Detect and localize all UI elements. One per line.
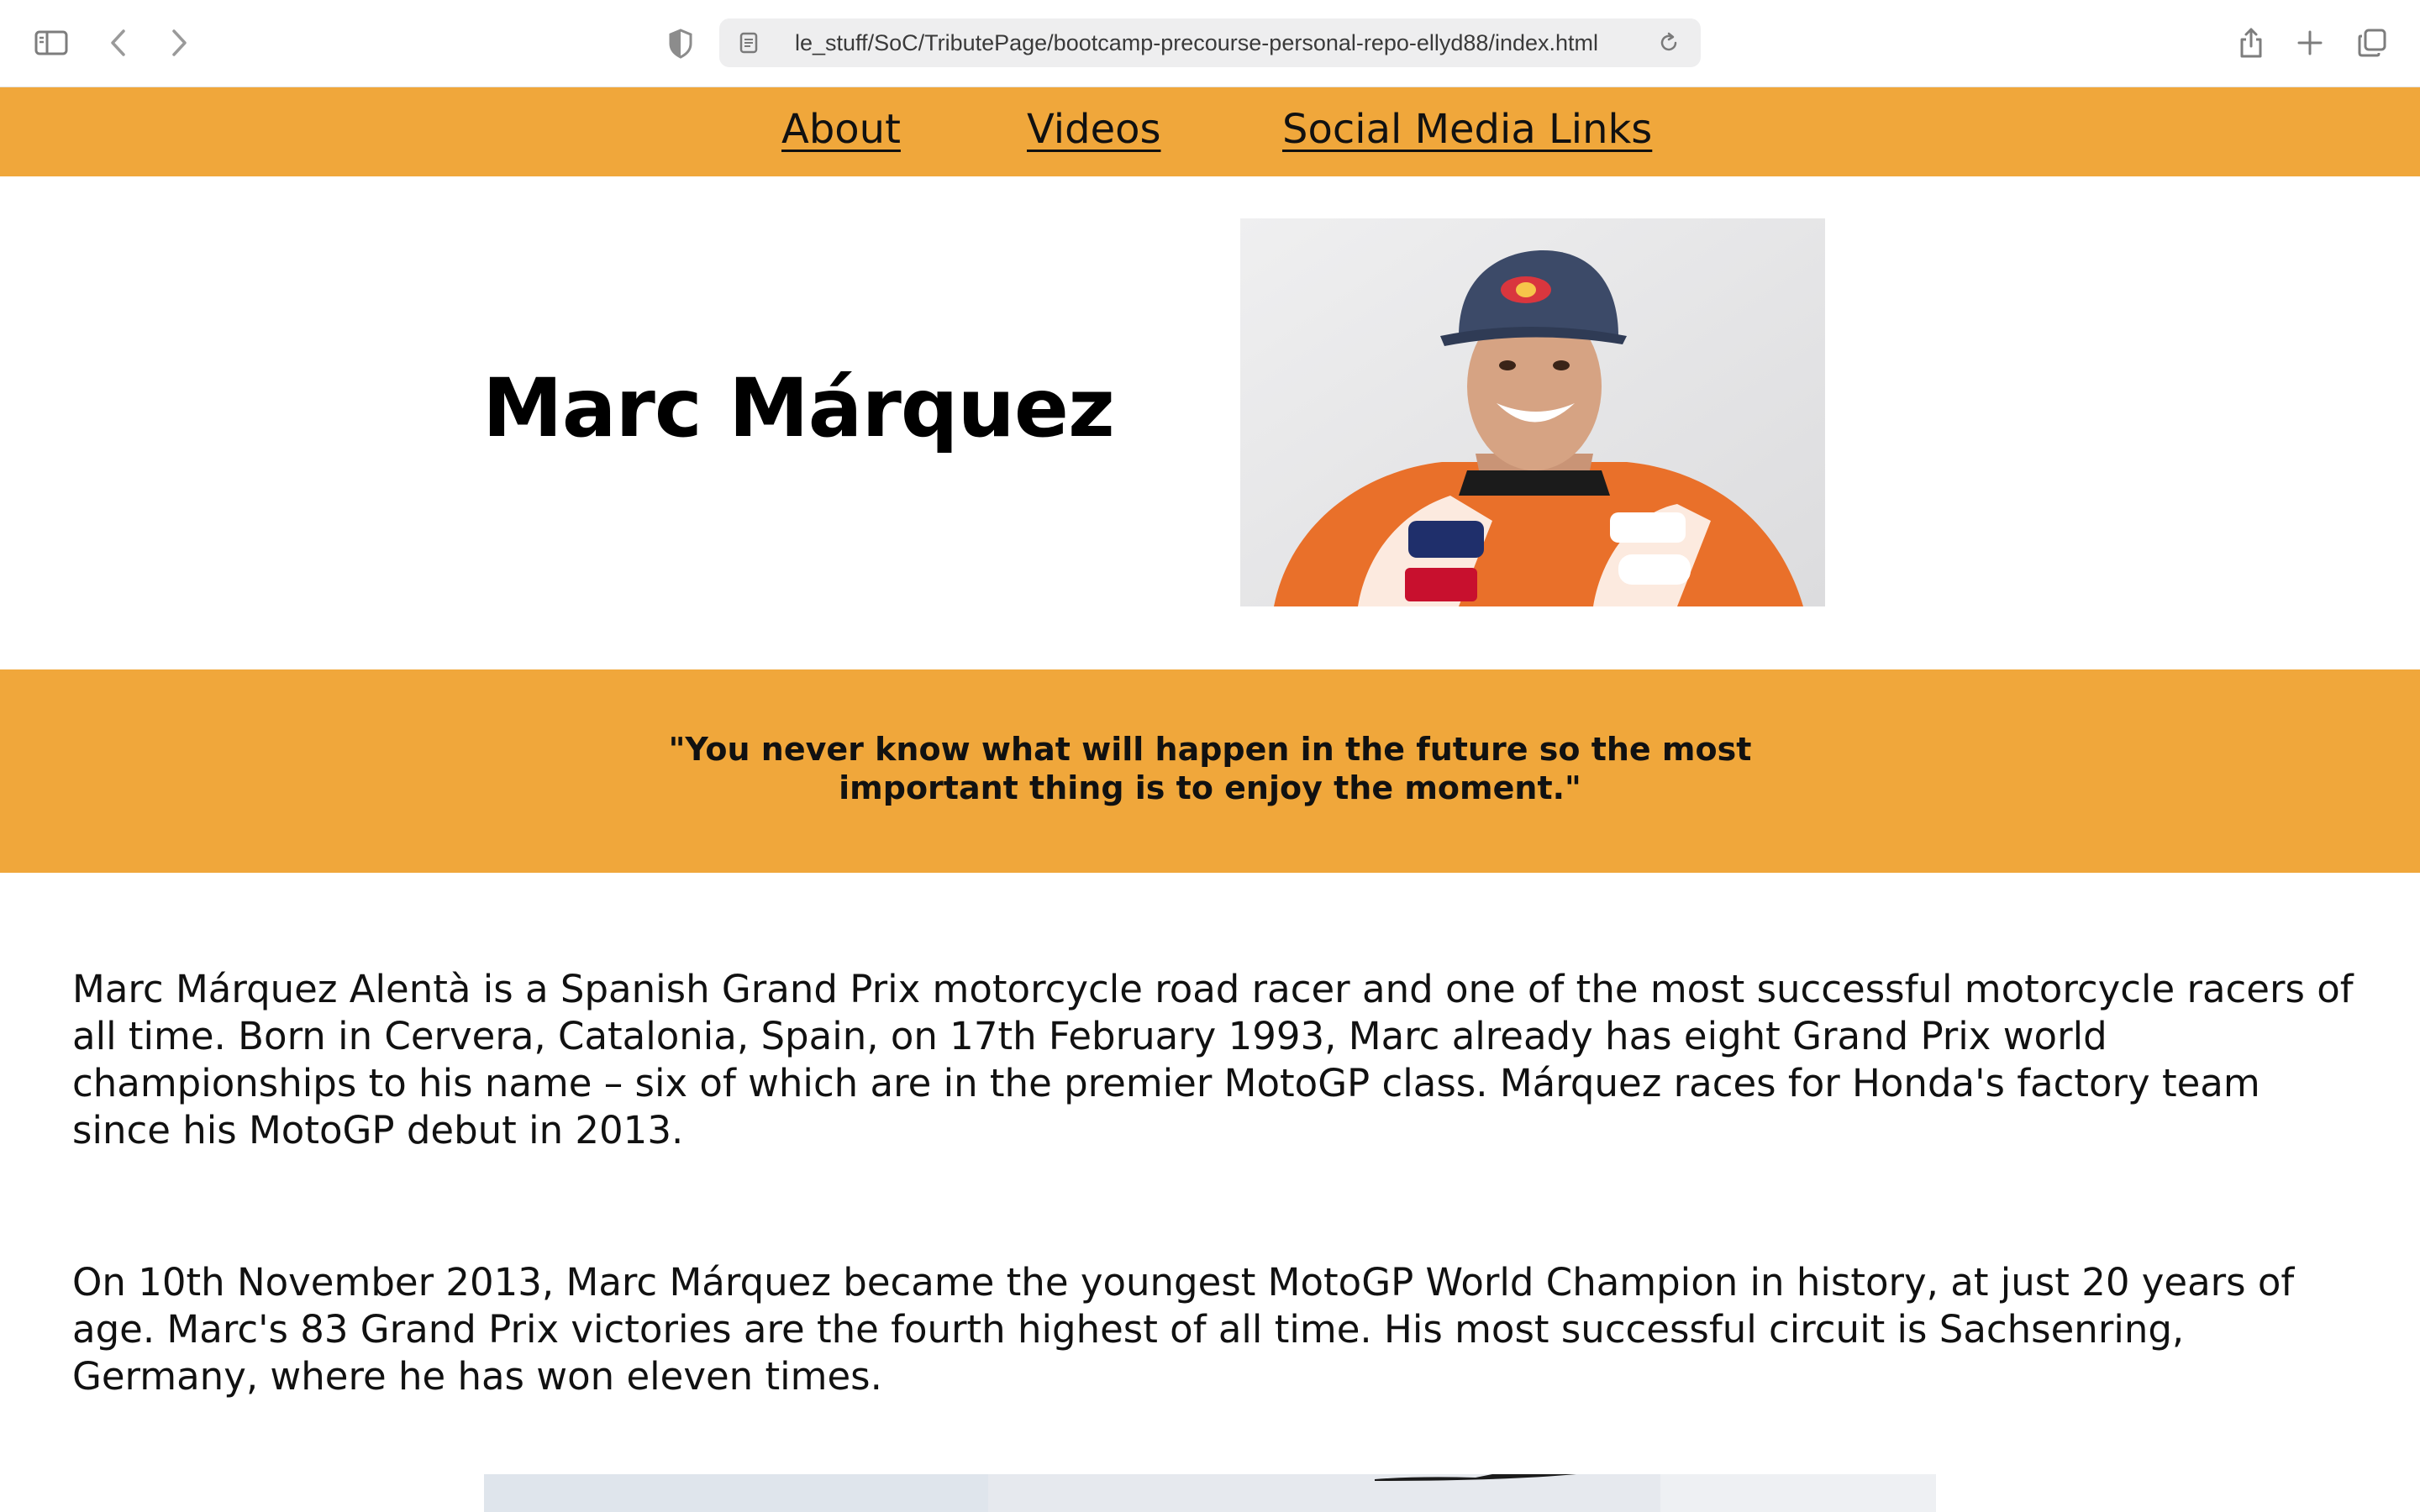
page-title: Marc Márquez xyxy=(482,361,1115,455)
tabs-icon[interactable] xyxy=(2348,18,2396,67)
quote-section: "You never know what will happen in the … xyxy=(0,669,2420,873)
page-icon xyxy=(736,30,761,55)
shield-icon[interactable] xyxy=(662,25,699,62)
chevron-right-icon[interactable] xyxy=(155,18,203,67)
chevron-left-icon[interactable] xyxy=(94,18,143,67)
url-text[interactable]: le_stuff/SoC/TributePage/bootcamp-precou… xyxy=(795,30,1652,56)
top-navigation: About Videos Social Media Links xyxy=(0,87,2420,176)
nav-link-videos[interactable]: Videos xyxy=(1027,106,1161,153)
bio-paragraph: Marc Márquez Alentà is a Spanish Grand P… xyxy=(72,967,2354,1152)
address-bar[interactable]: le_stuff/SoC/TributePage/bootcamp-precou… xyxy=(719,18,1701,67)
racing-photo-image xyxy=(484,1474,1936,1512)
plus-icon[interactable] xyxy=(2286,18,2334,67)
sidebar-icon[interactable] xyxy=(27,18,76,67)
browser-toolbar: le_stuff/SoC/TributePage/bootcamp-precou… xyxy=(0,0,2420,87)
quote-text: "You never know what will happen in the … xyxy=(668,731,1752,806)
rider-portrait-image xyxy=(1240,218,1825,606)
nav-link-about[interactable]: About xyxy=(781,106,901,153)
reload-icon[interactable] xyxy=(1652,26,1686,60)
nav-link-social-media[interactable]: Social Media Links xyxy=(1282,106,1652,153)
share-icon[interactable] xyxy=(2227,18,2275,67)
bio-paragraph: On 10th November 2013, Marc Márquez beca… xyxy=(72,1260,2295,1399)
